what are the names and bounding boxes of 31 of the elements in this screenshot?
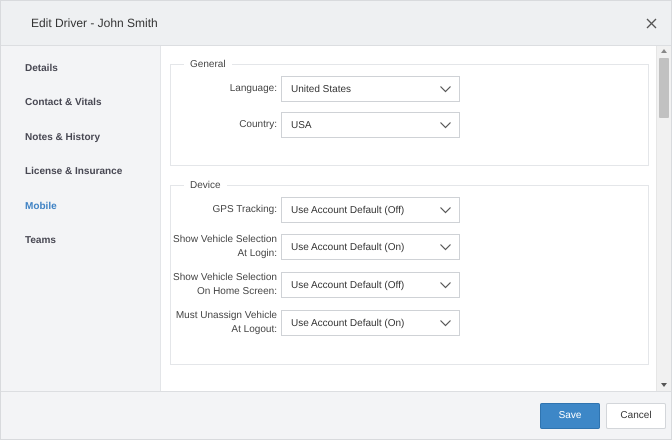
chevron-down-icon [440,320,451,326]
cancel-button[interactable]: Cancel [606,402,666,428]
chevron-down-icon [440,206,451,214]
dropdown[interactable]: Use Account Default (Off) [281,272,460,298]
field-label: Must Unassign Vehicle At Logout: [174,309,278,337]
sidebar-item[interactable]: Notes & History [1,128,160,162]
section-legend: General [184,59,232,70]
sidebar-item[interactable]: Contact & Vitals [1,93,160,128]
field-label: GPS Tracking: [212,203,278,217]
dropdown[interactable]: USA [281,112,460,138]
chevron-down-icon [440,122,451,128]
sidebar-item[interactable]: Mobile [1,196,160,231]
chevron-down-icon [440,244,451,250]
chevron-down-icon [440,282,451,288]
dropdown[interactable]: Use Account Default (On) [281,310,460,336]
field-label: Show Vehicle Selection At Login: [172,233,278,261]
window-title: Edit Driver - John Smith [31,16,158,30]
sidebar-item[interactable]: Teams [1,230,160,266]
dropdown[interactable]: Use Account Default (On) [281,234,460,260]
sidebar-item[interactable]: Details [1,59,160,94]
sidebar-item[interactable]: License & Insurance [1,162,160,197]
dropdown[interactable]: United States [281,76,460,102]
section-legend: Device [184,180,227,191]
close-icon[interactable] [646,18,657,28]
scrollbar[interactable] [656,46,671,391]
field-label: Language: [228,82,278,96]
chevron-down-icon [440,86,451,92]
dropdown[interactable]: Use Account Default (Off) [281,197,460,223]
field-label: Country: [238,118,278,132]
field-label: Show Vehicle Selection On Home Screen: [172,271,278,299]
save-button[interactable]: Save [540,402,600,428]
